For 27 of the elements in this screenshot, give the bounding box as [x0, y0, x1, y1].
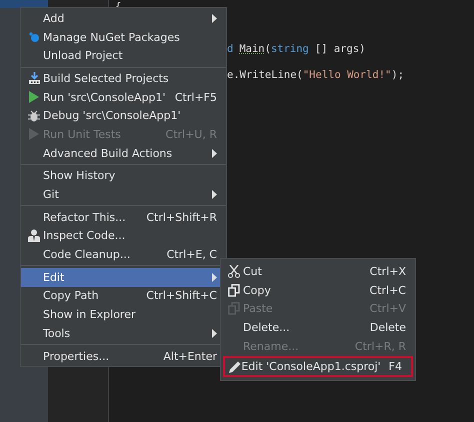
menu-item[interactable]: Refactor This... Ctrl+Shift+R: [21, 208, 226, 227]
copy-icon: [228, 302, 240, 316]
menu-item[interactable]: Show History: [21, 166, 226, 186]
menu-item[interactable]: Manage NuGet Packages: [21, 28, 226, 46]
copy-icon: [228, 284, 240, 297]
person-icon: [28, 229, 40, 242]
pencil-icon: [229, 360, 242, 373]
selected-row: [0, 0, 48, 8]
code-line: e.WriteLine("Hello World!");: [227, 68, 406, 83]
menu-item[interactable]: Inspect Code...: [21, 226, 226, 246]
scissors-icon: [228, 264, 240, 278]
bug-icon: [28, 110, 40, 122]
menu-item[interactable]: Add: [21, 9, 226, 28]
menu-item[interactable]: Edit 'ConsoleApp1.csproj' F4: [223, 356, 413, 378]
menu-item[interactable]: Git: [21, 185, 226, 204]
play-icon: [29, 128, 39, 140]
package-icon: [28, 31, 40, 44]
menu-item[interactable]: Delete... Delete: [221, 318, 415, 337]
code-line: d Main(string [] args): [227, 42, 366, 57]
menu-item[interactable]: Unload Project: [21, 46, 226, 66]
play-icon: [29, 91, 39, 104]
menu-item[interactable]: Build Selected Projects: [21, 69, 226, 88]
menu-item[interactable]: Run 'src\ConsoleApp1' Ctrl+F5: [21, 88, 226, 106]
build-icon: [28, 72, 40, 85]
menu-item[interactable]: Advanced Build Actions: [21, 144, 226, 162]
menu-item[interactable]: Code Cleanup... Ctrl+E, C: [21, 245, 226, 264]
menu-item[interactable]: Debug 'src\ConsoleApp1': [21, 106, 226, 126]
